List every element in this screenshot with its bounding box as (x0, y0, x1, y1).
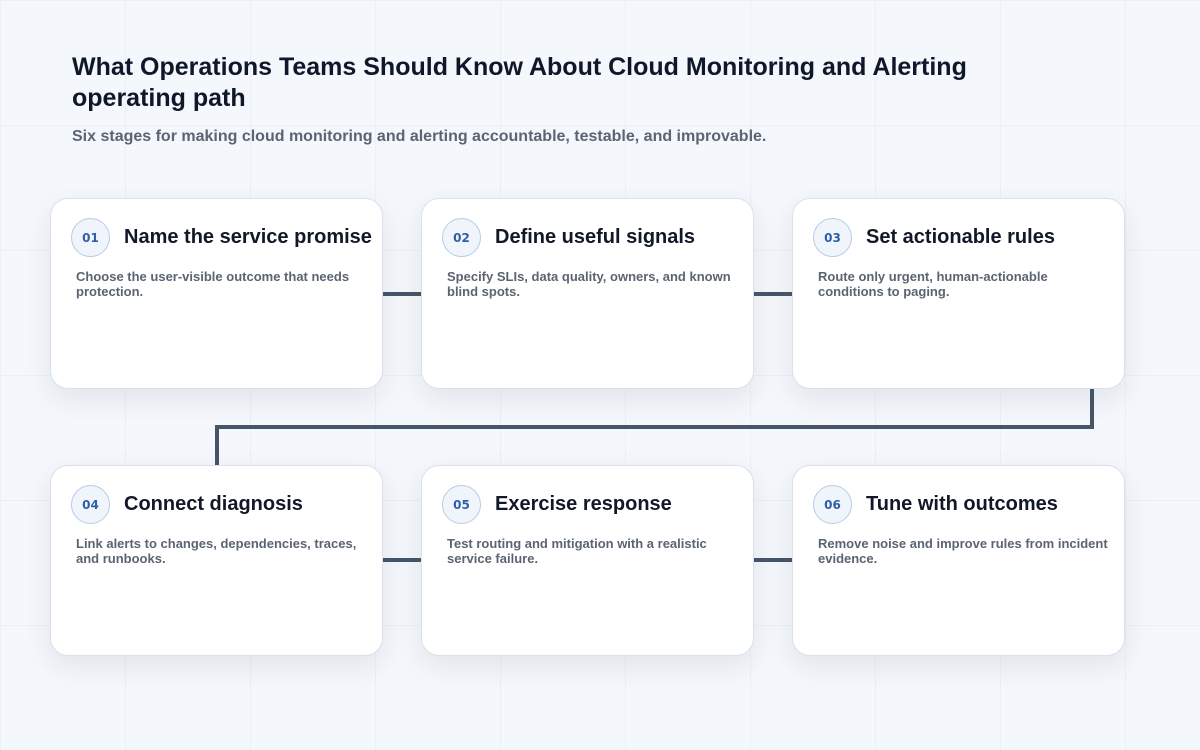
stage-title: Define useful signals (495, 226, 696, 248)
stage-title: Name the service promise (124, 226, 372, 248)
stage-title: Connect diagnosis (124, 493, 303, 515)
stage-card-05: 05 Exercise response Test routing and mi… (421, 465, 754, 656)
stage-card-04: 04 Connect diagnosis Link alerts to chan… (50, 465, 383, 656)
stage-description: Choose the user-visible outcome that nee… (76, 269, 350, 299)
stage-card-01: 01 Name the service promise Choose the u… (50, 198, 383, 389)
stage-number-badge: 04 (71, 485, 110, 524)
stage-title: Exercise response (495, 493, 672, 515)
stage-number-badge: 03 (813, 218, 852, 257)
stage-description: Specify SLIs, data quality, owners, and … (447, 269, 731, 299)
stage-number-badge: 05 (442, 485, 481, 524)
stage-number-badge: 01 (71, 218, 110, 257)
stage-description: Remove noise and improve rules from inci… (818, 536, 1108, 566)
stage-description: Test routing and mitigation with a reali… (447, 536, 707, 566)
stage-card-03: 03 Set actionable rules Route only urgen… (792, 198, 1125, 389)
stage-title: Set actionable rules (866, 226, 1055, 248)
stage-title: Tune with outcomes (866, 493, 1058, 515)
stage-number-badge: 06 (813, 485, 852, 524)
connector-03-04 (215, 389, 1094, 465)
stage-card-02: 02 Define useful signals Specify SLIs, d… (421, 198, 754, 389)
stage-number-badge: 02 (442, 218, 481, 257)
stage-description: Link alerts to changes, dependencies, tr… (76, 536, 357, 566)
stage-description: Route only urgent, human-actionable cond… (818, 269, 1048, 299)
stage-card-06: 06 Tune with outcomes Remove noise and i… (792, 465, 1125, 656)
